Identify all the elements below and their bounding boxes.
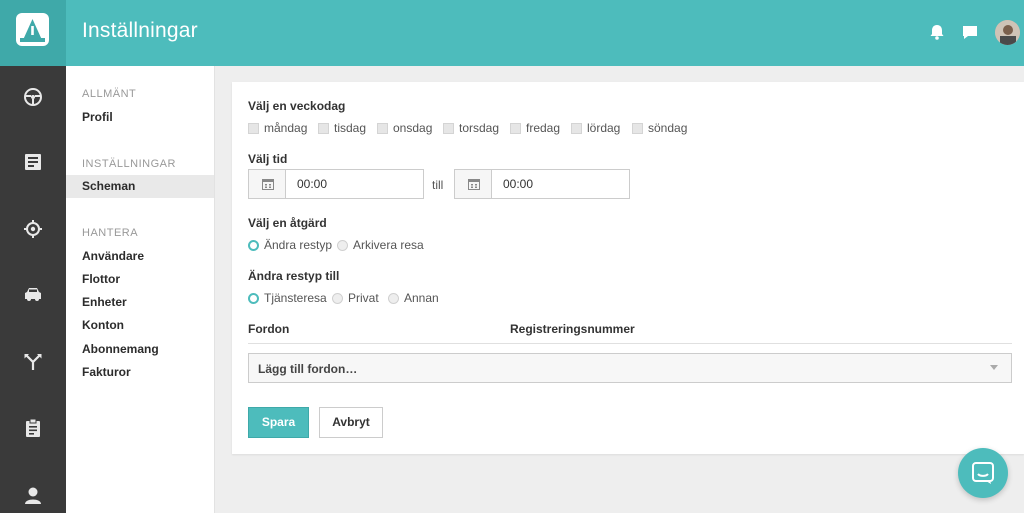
radio-label: Privat xyxy=(348,291,379,305)
weekday-label-text: tisdag xyxy=(334,121,367,135)
nav-item-anvandare[interactable]: Användare xyxy=(66,245,214,268)
weekday-checkbox-onsdag[interactable]: onsdag xyxy=(377,121,432,135)
radio-annan[interactable]: Annan xyxy=(388,291,439,305)
nav-item-flottor[interactable]: Flottor xyxy=(66,268,214,291)
radio-label: Annan xyxy=(404,291,439,305)
page-title: Inställningar xyxy=(82,19,198,42)
nav-heading-settings: INSTÄLLNINGAR xyxy=(82,158,176,170)
time-from-input[interactable]: 00:00 xyxy=(248,169,424,199)
time-to-input[interactable]: 00:00 xyxy=(454,169,630,199)
chevron-down-icon xyxy=(990,365,998,370)
time-separator: till xyxy=(432,178,444,192)
icon-rail xyxy=(0,66,66,513)
weekday-label-text: måndag xyxy=(264,121,308,135)
person-icon[interactable] xyxy=(22,484,44,506)
nav-heading-general: ALLMÄNT xyxy=(82,88,137,100)
weekday-checkbox-torsdag[interactable]: torsdag xyxy=(443,121,499,135)
chat-launcher-button[interactable] xyxy=(958,448,1008,498)
nav-heading-manage: HANTERA xyxy=(82,227,139,239)
radio-privat[interactable]: Privat xyxy=(332,291,379,305)
chat-bubble-icon xyxy=(972,462,994,484)
chat-icon[interactable] xyxy=(960,22,980,42)
cancel-button[interactable]: Avbryt xyxy=(319,407,383,438)
radio-selected-icon[interactable] xyxy=(248,292,259,304)
radio-tjansteresa[interactable]: Tjänsteresa xyxy=(248,291,327,305)
nav-item-profil[interactable]: Profil xyxy=(66,106,214,129)
checkbox-icon[interactable] xyxy=(510,122,521,134)
radio-label: Ändra restyp xyxy=(264,238,333,252)
car-icon[interactable] xyxy=(22,284,44,306)
weekday-label-text: fredag xyxy=(526,121,561,135)
weekday-checkbox-sondag[interactable]: söndag xyxy=(632,121,687,135)
avatar[interactable] xyxy=(995,20,1020,45)
nav-item-scheman[interactable]: Scheman xyxy=(66,175,214,198)
settings-nav: ALLMÄNT Profil INSTÄLLNINGAR Scheman HAN… xyxy=(66,66,215,513)
nav-item-fakturor[interactable]: Fakturor xyxy=(66,361,214,384)
time-from-value: 00:00 xyxy=(297,177,328,191)
steering-wheel-icon[interactable] xyxy=(22,86,44,108)
weekday-label-text: lördag xyxy=(587,121,621,135)
table-divider xyxy=(248,343,1012,344)
location-icon[interactable] xyxy=(22,218,44,240)
checkbox-icon[interactable] xyxy=(318,122,329,134)
radio-arkivera-resa[interactable]: Arkivera resa xyxy=(337,238,424,252)
weekday-checkbox-fredag[interactable]: fredag xyxy=(510,121,560,135)
action-label: Välj en åtgärd xyxy=(248,216,327,230)
checkbox-icon[interactable] xyxy=(571,122,582,134)
triptype-label: Ändra restyp till xyxy=(248,269,340,283)
calendar-icon[interactable] xyxy=(249,170,286,198)
time-label: Välj tid xyxy=(248,152,288,166)
weekday-label-text: onsdag xyxy=(393,121,433,135)
weekday-checkbox-mandag[interactable]: måndag xyxy=(248,121,307,135)
route-split-icon[interactable] xyxy=(22,351,44,373)
clipboard-icon[interactable] xyxy=(22,417,44,439)
column-header-vehicle: Fordon xyxy=(248,322,290,336)
time-to-value: 00:00 xyxy=(503,177,534,191)
bell-icon[interactable] xyxy=(927,22,947,42)
radio-andra-restyp[interactable]: Ändra restyp xyxy=(248,238,332,252)
checkbox-icon[interactable] xyxy=(632,122,643,134)
schedule-form-card: Välj en veckodag måndag tisdag onsdag to… xyxy=(232,82,1024,454)
radio-icon[interactable] xyxy=(388,292,399,304)
add-vehicle-select[interactable]: Lägg till fordon… xyxy=(248,353,1012,383)
nav-item-konton[interactable]: Konton xyxy=(66,314,214,337)
trip-list-icon[interactable] xyxy=(22,151,44,173)
weekday-label-text: torsdag xyxy=(459,121,500,135)
weekday-checkbox-lordag[interactable]: lördag xyxy=(571,121,620,135)
nav-item-abonnemang[interactable]: Abonnemang xyxy=(66,338,214,361)
add-vehicle-placeholder: Lägg till fordon… xyxy=(258,362,358,376)
radio-label: Tjänsteresa xyxy=(264,291,327,305)
weekday-checkbox-tisdag[interactable]: tisdag xyxy=(318,121,366,135)
radio-label: Arkivera resa xyxy=(353,238,424,252)
checkbox-icon[interactable] xyxy=(443,122,454,134)
top-bar: Inställningar xyxy=(0,0,1024,66)
checkbox-icon[interactable] xyxy=(377,122,388,134)
calendar-icon[interactable] xyxy=(455,170,492,198)
logo-area[interactable] xyxy=(0,0,66,66)
radio-icon[interactable] xyxy=(332,292,343,304)
column-header-registration: Registreringsnummer xyxy=(510,322,635,336)
app-logo[interactable] xyxy=(16,13,49,46)
radio-icon[interactable] xyxy=(337,239,348,251)
radio-selected-icon[interactable] xyxy=(248,239,259,251)
weekday-label: Välj en veckodag xyxy=(248,99,346,113)
checkbox-icon[interactable] xyxy=(248,122,259,134)
nav-item-enheter[interactable]: Enheter xyxy=(66,291,214,314)
weekday-label-text: söndag xyxy=(648,121,688,135)
save-button[interactable]: Spara xyxy=(248,407,309,438)
